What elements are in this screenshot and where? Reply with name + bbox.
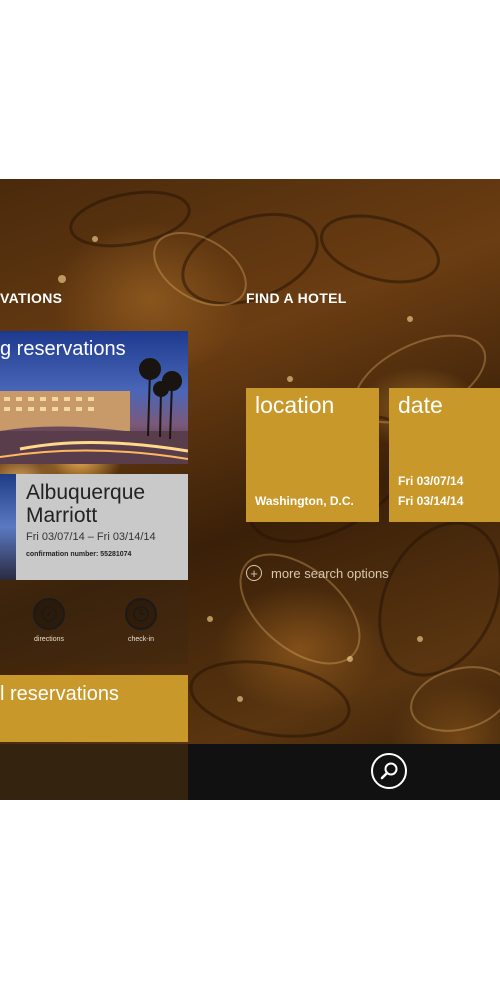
check-in-label: check-in bbox=[127, 636, 155, 643]
app-bar-left-section bbox=[0, 744, 188, 800]
check-in-button[interactable]: check-in bbox=[111, 598, 171, 643]
reservation-actions: directions check-in bbox=[0, 580, 188, 664]
hotel-thumbnail bbox=[0, 474, 16, 580]
app-bar bbox=[0, 744, 500, 800]
reservation-card[interactable]: Albuquerque Marriott Fri 03/07/14 – Fri … bbox=[0, 474, 188, 580]
reservation-dates: Fri 03/07/14 – Fri 03/14/14 bbox=[26, 531, 156, 543]
hotel-name: Albuquerque Marriott bbox=[26, 481, 145, 527]
reservations-section-title: VATIONS bbox=[0, 290, 63, 306]
directions-button[interactable]: directions bbox=[19, 598, 79, 643]
check-in-date: Fri 03/07/14 bbox=[398, 474, 464, 488]
more-search-options-link[interactable]: + more search options bbox=[246, 565, 389, 581]
directions-label: directions bbox=[34, 636, 64, 643]
confirmation-number: confirmation number: 55281074 bbox=[26, 551, 132, 558]
plus-icon: + bbox=[246, 565, 262, 581]
location-value: Washington, D.C. bbox=[255, 494, 354, 508]
find-hotel-section-title: FIND A HOTEL bbox=[246, 290, 347, 306]
past-reservations-tile[interactable]: l reservations bbox=[0, 675, 188, 742]
search-icon bbox=[380, 762, 398, 780]
upcoming-reservations-title: g reservations bbox=[0, 338, 126, 360]
search-button[interactable] bbox=[371, 753, 407, 789]
clock-icon bbox=[125, 598, 157, 630]
compass-icon bbox=[33, 598, 65, 630]
upcoming-reservations-tile[interactable]: g reservations bbox=[0, 331, 188, 464]
app-screen: VATIONS g reservations Albuquerque Marri… bbox=[0, 179, 500, 800]
more-search-options-label: more search options bbox=[271, 565, 389, 581]
past-reservations-title: l reservations bbox=[0, 683, 119, 705]
hotel-name-line2: Marriott bbox=[26, 504, 98, 527]
date-tile[interactable]: date Fri 03/07/14 Fri 03/14/14 bbox=[389, 388, 500, 522]
location-tile[interactable]: location Washington, D.C. bbox=[246, 388, 379, 522]
check-out-date: Fri 03/14/14 bbox=[398, 494, 464, 508]
hotel-name-line1: Albuquerque bbox=[26, 481, 146, 504]
location-heading: location bbox=[255, 392, 335, 418]
date-heading: date bbox=[398, 392, 443, 418]
